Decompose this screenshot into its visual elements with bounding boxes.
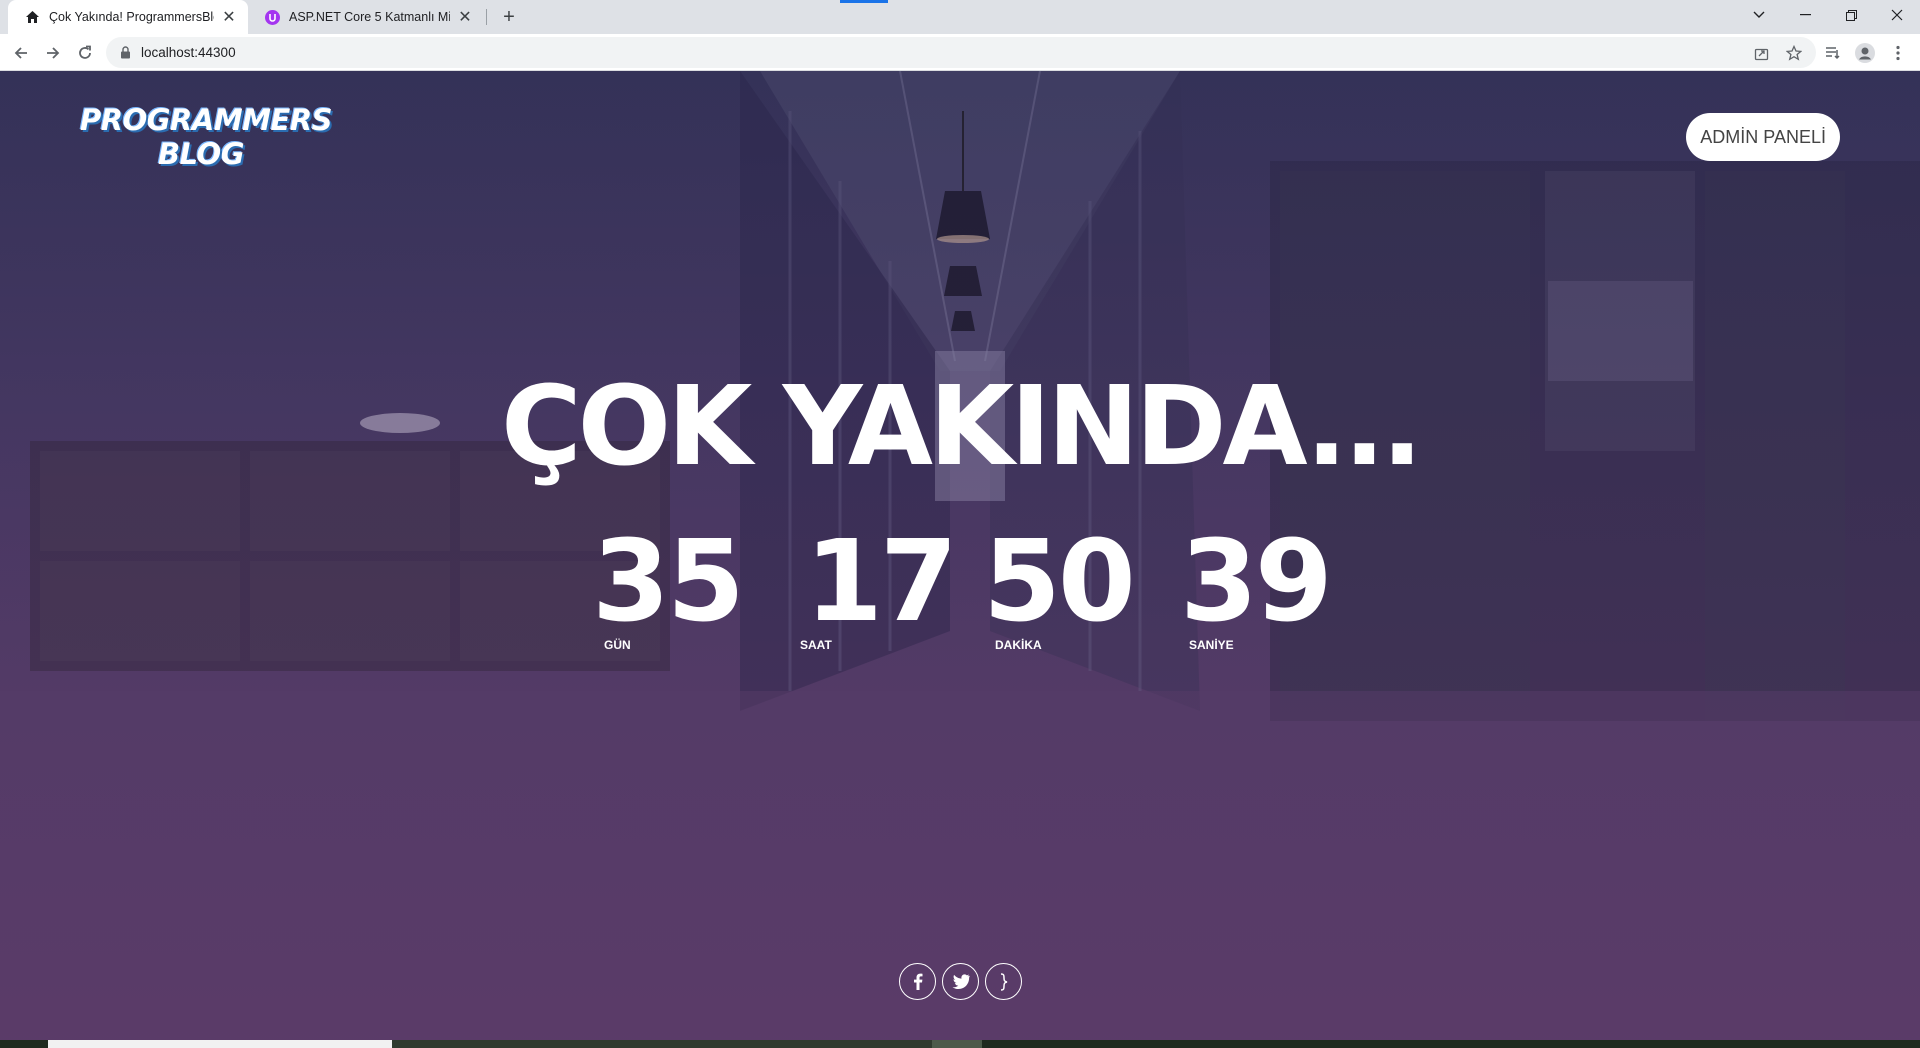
reload-icon[interactable] [72,40,98,66]
twitter-icon[interactable] [942,963,979,1000]
new-tab-button[interactable]: + [498,6,520,28]
logo-line-2: BLOG [158,137,245,171]
close-window-icon[interactable] [1874,0,1920,30]
os-taskbar [0,1040,1920,1048]
tab-separator [486,9,487,25]
tab-aspnet-course[interactable]: ASP.NET Core 5 Katmanlı Mimari ✕ [248,0,484,34]
tab-coming-soon[interactable]: Çok Yakında! ProgrammersBlog - ✕ [8,0,248,34]
coming-soon-headline: ÇOK YAKINDA... [500,362,1423,490]
social-links [899,963,1022,1000]
tab-search-icon[interactable] [1736,0,1782,30]
countdown-seconds-label: SANİYE [1189,638,1234,652]
address-bar[interactable]: localhost:44300 [106,37,1816,68]
countdown-seconds: 39 [1180,517,1333,647]
countdown-minutes: 50 [983,517,1136,647]
share-icon[interactable] [1750,42,1772,64]
curly-brace-icon[interactable] [985,963,1022,1000]
lock-icon[interactable] [120,46,131,59]
back-arrow-icon[interactable] [8,40,34,66]
close-tab-icon[interactable]: ✕ [456,8,474,26]
countdown-hours: 17 [805,517,958,647]
udemy-icon [264,9,280,25]
facebook-icon[interactable] [899,963,936,1000]
countdown-timer: 35 GÜN 17 SAAT 50 DAKİKA 39 SANİYE [0,526,1920,666]
browser-toolbar: localhost:44300 [0,34,1920,71]
browser-tab-bar: Çok Yakında! ProgrammersBlog - ✕ ASP.NET… [0,0,1920,34]
browser-menu-icon[interactable] [1887,42,1909,64]
restore-icon[interactable] [1828,0,1874,30]
reading-list-icon[interactable] [1822,42,1844,64]
home-icon [24,9,40,25]
countdown-days-label: GÜN [604,638,631,652]
url-text: localhost:44300 [141,45,236,60]
tab-title: ASP.NET Core 5 Katmanlı Mimari [289,10,450,24]
close-tab-icon[interactable]: ✕ [220,8,238,26]
admin-panel-button[interactable]: ADMİN PANELİ [1686,113,1840,161]
forward-arrow-icon[interactable] [40,40,66,66]
taskbar-active-app[interactable] [48,1040,392,1048]
bookmark-star-icon[interactable] [1783,42,1805,64]
countdown-days: 35 [592,517,745,647]
programmers-blog-logo[interactable]: PROGRAMMERS BLOG [80,103,333,173]
countdown-hours-label: SAAT [800,638,832,652]
logo-line-1: PROGRAMMERS [80,103,333,137]
taskbar-app[interactable] [932,1040,982,1048]
taskbar-app[interactable] [392,1040,932,1048]
profile-avatar-icon[interactable] [1854,42,1876,64]
minimize-icon[interactable] [1782,0,1828,30]
countdown-minutes-label: DAKİKA [995,638,1042,652]
tab-strip-accent [840,0,888,3]
coming-soon-page: PROGRAMMERS BLOG ADMİN PANELİ ÇOK YAKIND… [0,71,1920,1040]
tab-title: Çok Yakında! ProgrammersBlog - [49,10,214,24]
